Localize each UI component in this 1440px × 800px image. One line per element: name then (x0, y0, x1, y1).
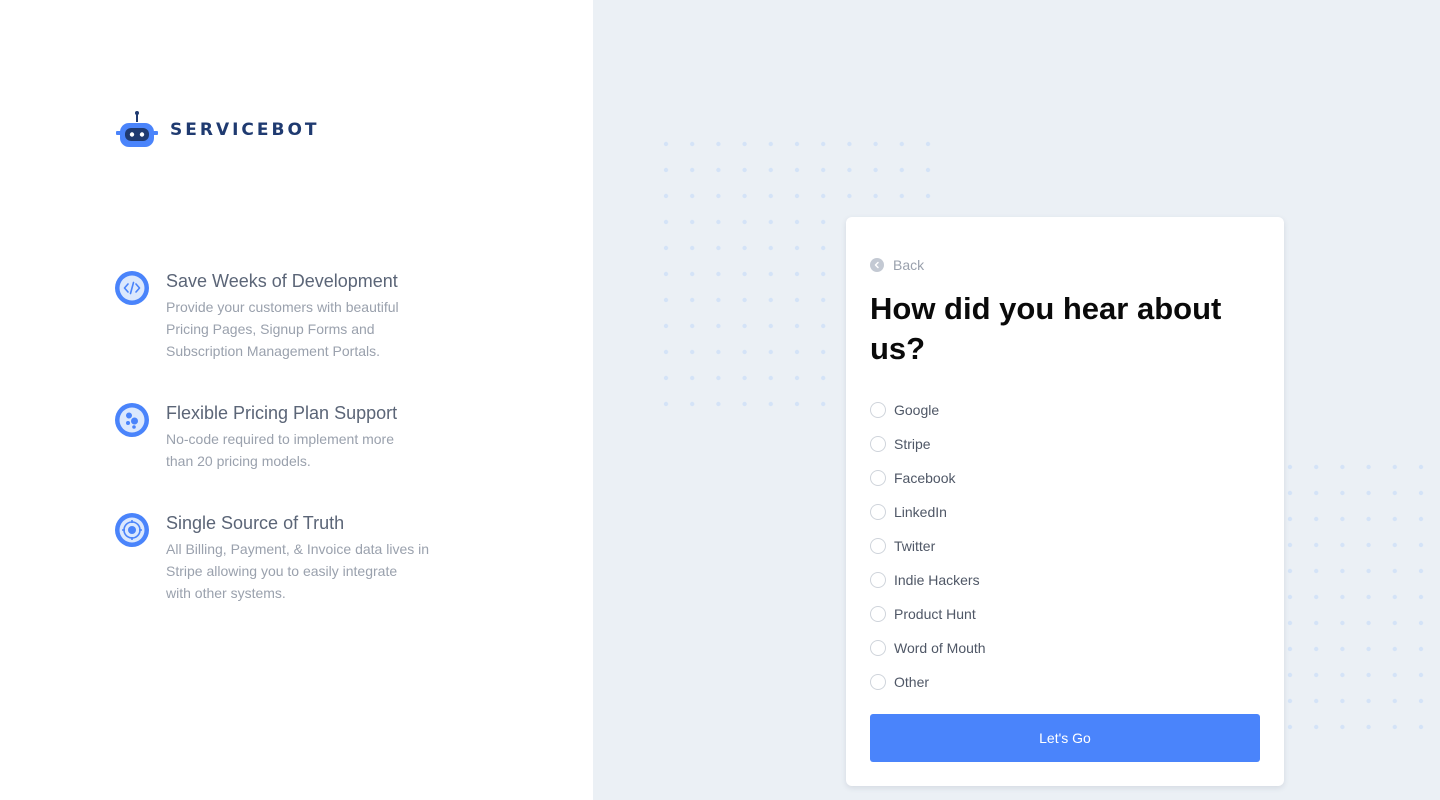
robot-logo-icon (116, 111, 158, 147)
page-title: How did you hear about us? (870, 291, 1222, 366)
feature-title: Flexible Pricing Plan Support (166, 403, 398, 423)
option-other[interactable]: Other (870, 665, 986, 699)
radio-button[interactable] (870, 504, 886, 520)
option-label: Other (894, 674, 930, 690)
option-label: Google (894, 402, 940, 418)
back-button[interactable]: Back (870, 257, 924, 273)
referral-options: Google Stripe Facebook LinkedIn Twitter … (870, 393, 986, 699)
option-label: LinkedIn (894, 504, 947, 520)
feature-flexible-pricing: Flexible Pricing Plan Support No-code re… (114, 402, 446, 472)
brand-logo[interactable]: SERVICEBOT (114, 110, 320, 150)
left-panel: SERVICEBOT Save Weeks of Development Pro… (0, 0, 593, 800)
radio-button[interactable] (870, 402, 886, 418)
feature-title: Save Weeks of Development (166, 271, 398, 291)
radio-button[interactable] (870, 606, 886, 622)
feature-description: All Billing, Payment, & Invoice data liv… (166, 541, 430, 601)
option-label: Indie Hackers (894, 572, 980, 588)
option-stripe[interactable]: Stripe (870, 427, 986, 461)
option-label: Word of Mouth (894, 640, 986, 656)
radio-button[interactable] (870, 674, 886, 690)
code-icon (115, 271, 149, 305)
option-indie-hackers[interactable]: Indie Hackers (870, 563, 986, 597)
radio-button[interactable] (870, 436, 886, 452)
option-twitter[interactable]: Twitter (870, 529, 986, 563)
option-linkedin[interactable]: LinkedIn (870, 495, 986, 529)
pricing-bubbles-icon (115, 403, 149, 437)
dot-pattern-bottom (1287, 464, 1440, 740)
survey-card: Back How did you hear about us? Google S… (846, 217, 1284, 786)
feature-save-weeks: Save Weeks of Development Provide your c… (114, 270, 446, 362)
feature-description: Provide your customers with beautiful Pr… (166, 299, 399, 359)
feature-single-source: Single Source of Truth All Billing, Paym… (114, 512, 466, 604)
radio-button[interactable] (870, 470, 886, 486)
option-label: Twitter (894, 538, 936, 554)
feature-title: Single Source of Truth (166, 513, 345, 533)
back-label: Back (893, 257, 925, 273)
radio-button[interactable] (870, 640, 886, 656)
target-icon (115, 513, 149, 547)
chevron-left-icon (870, 258, 884, 272)
option-label: Facebook (894, 470, 956, 486)
option-word-of-mouth[interactable]: Word of Mouth (870, 631, 986, 665)
feature-description: No-code required to implement more than … (166, 431, 394, 469)
option-label: Product Hunt (894, 606, 976, 622)
option-label: Stripe (894, 436, 931, 452)
option-google[interactable]: Google (870, 393, 986, 427)
radio-button[interactable] (870, 538, 886, 554)
lets-go-button[interactable]: Let's Go (870, 714, 1260, 762)
option-product-hunt[interactable]: Product Hunt (870, 597, 986, 631)
radio-button[interactable] (870, 572, 886, 588)
brand-name: SERVICEBOT (170, 120, 320, 140)
option-facebook[interactable]: Facebook (870, 461, 986, 495)
